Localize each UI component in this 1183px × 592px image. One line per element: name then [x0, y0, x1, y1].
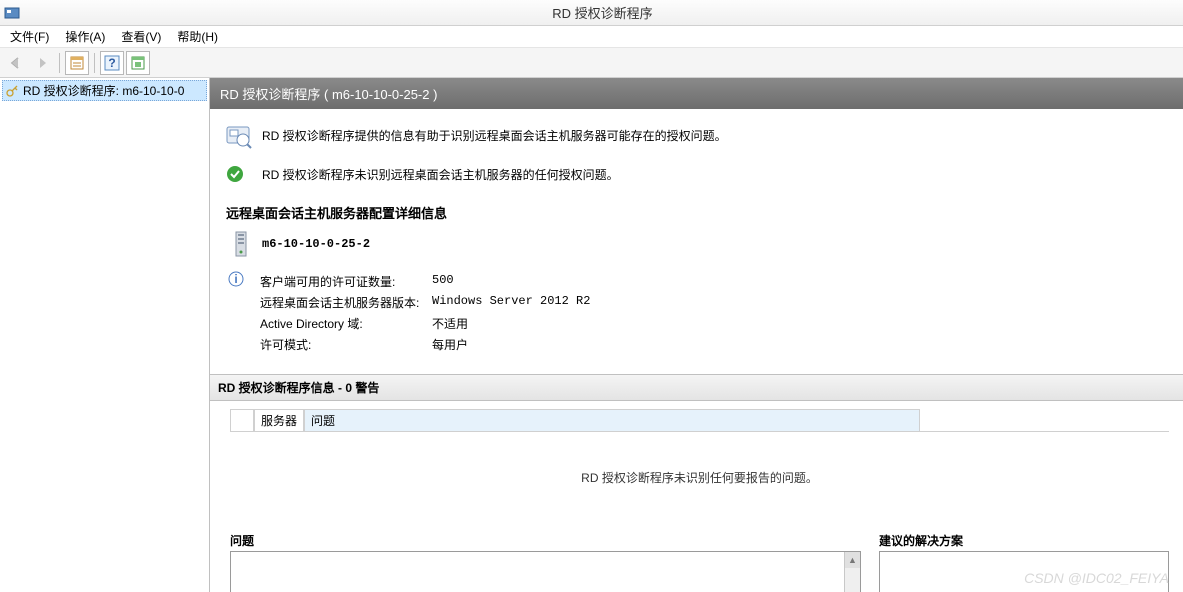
- menu-file[interactable]: 文件(F): [2, 26, 57, 47]
- warnings-bar: RD 授权诊断程序信息 - 0 警告: [210, 374, 1183, 401]
- svg-text:?: ?: [108, 56, 115, 70]
- toolbar-btn-1[interactable]: [65, 51, 89, 75]
- window-title: RD 授权诊断程序: [26, 3, 1179, 22]
- column-server[interactable]: 服务器: [254, 409, 304, 431]
- scrollbar[interactable]: ▲ ▼: [844, 552, 860, 592]
- issues-area: 服务器 问题 RD 授权诊断程序未识别任何要报告的问题。: [210, 401, 1183, 526]
- table-row: 客户端可用的许可证数量:500: [260, 272, 590, 291]
- tree-root-label: RD 授权诊断程序: m6-10-10-0: [23, 82, 184, 99]
- table-row: Active Directory 域:不适用: [260, 314, 590, 333]
- tree-root-node[interactable]: RD 授权诊断程序: m6-10-10-0: [2, 80, 207, 101]
- solution-textbox[interactable]: [879, 551, 1169, 592]
- intro-block: RD 授权诊断程序提供的信息有助于识别远程桌面会话主机服务器可能存在的授权问题。: [210, 109, 1183, 161]
- issues-empty-text: RD 授权诊断程序未识别任何要报告的问题。: [230, 432, 1169, 522]
- issue-column: 问题 ▲ ▼: [230, 532, 861, 592]
- solution-column: 建议的解决方案: [879, 532, 1169, 592]
- toolbar-separator: [94, 53, 95, 73]
- toolbar-btn-3[interactable]: [126, 51, 150, 75]
- issue-textbox[interactable]: ▲ ▼: [230, 551, 861, 592]
- menu-action[interactable]: 操作(A): [57, 26, 113, 47]
- window-titlebar: RD 授权诊断程序: [0, 0, 1183, 26]
- details-table: 客户端可用的许可证数量:500 远程桌面会话主机服务器版本:Windows Se…: [258, 270, 592, 356]
- tree-panel: RD 授权诊断程序: m6-10-10-0: [0, 78, 210, 592]
- status-row: RD 授权诊断程序未识别远程桌面会话主机服务器的任何授权问题。: [210, 161, 1183, 201]
- info-icon: i: [228, 271, 244, 287]
- nav-forward-button: [30, 51, 54, 75]
- toolbar-separator: [59, 53, 60, 73]
- detail-value: Windows Server 2012 R2: [432, 293, 590, 312]
- app-icon: [4, 5, 20, 21]
- details-block: i 客户端可用的许可证数量:500 远程桌面会话主机服务器版本:Windows …: [210, 268, 1183, 374]
- bottom-row: 问题 ▲ ▼ 建议的解决方案: [210, 526, 1183, 592]
- check-icon: [226, 165, 244, 183]
- detail-key: Active Directory 域:: [260, 314, 430, 333]
- menu-help[interactable]: 帮助(H): [169, 26, 226, 47]
- content-area: RD 授权诊断程序: m6-10-10-0 RD 授权诊断程序 ( m6-10-…: [0, 78, 1183, 592]
- table-row: 许可模式:每用户: [260, 335, 590, 354]
- solution-label: 建议的解决方案: [879, 532, 1169, 551]
- detail-value: 500: [432, 272, 590, 291]
- status-text: RD 授权诊断程序未识别远程桌面会话主机服务器的任何授权问题。: [262, 166, 619, 183]
- detail-key: 远程桌面会话主机服务器版本:: [260, 293, 430, 312]
- svg-text:i: i: [234, 272, 237, 286]
- help-button[interactable]: ?: [100, 51, 124, 75]
- issue-label: 问题: [230, 532, 861, 551]
- server-icon: [230, 230, 252, 258]
- server-name: m6-10-10-0-25-2: [262, 237, 370, 251]
- intro-text: RD 授权诊断程序提供的信息有助于识别远程桌面会话主机服务器可能存在的授权问题。: [262, 123, 727, 144]
- toolbar: ?: [0, 48, 1183, 78]
- diagnostic-icon: [224, 123, 252, 151]
- menu-view[interactable]: 查看(V): [113, 26, 169, 47]
- issues-header: 服务器 问题: [230, 409, 1169, 432]
- detail-value: 不适用: [432, 314, 590, 333]
- detail-key: 许可模式:: [260, 335, 430, 354]
- nav-back-button: [4, 51, 28, 75]
- table-row: 远程桌面会话主机服务器版本:Windows Server 2012 R2: [260, 293, 590, 312]
- column-pad: [230, 409, 254, 431]
- section-header: 远程桌面会话主机服务器配置详细信息: [210, 201, 1183, 230]
- menu-bar: 文件(F) 操作(A) 查看(V) 帮助(H): [0, 26, 1183, 48]
- server-row: m6-10-10-0-25-2: [210, 230, 1183, 268]
- column-issue[interactable]: 问题: [304, 409, 920, 431]
- detail-key: 客户端可用的许可证数量:: [260, 272, 430, 291]
- panel-header: RD 授权诊断程序 ( m6-10-10-0-25-2 ): [210, 78, 1183, 109]
- key-icon: [5, 84, 19, 98]
- main-panel: RD 授权诊断程序 ( m6-10-10-0-25-2 ) RD 授权诊断程序提…: [210, 78, 1183, 592]
- scroll-up-icon[interactable]: ▲: [845, 552, 860, 568]
- detail-value: 每用户: [432, 335, 590, 354]
